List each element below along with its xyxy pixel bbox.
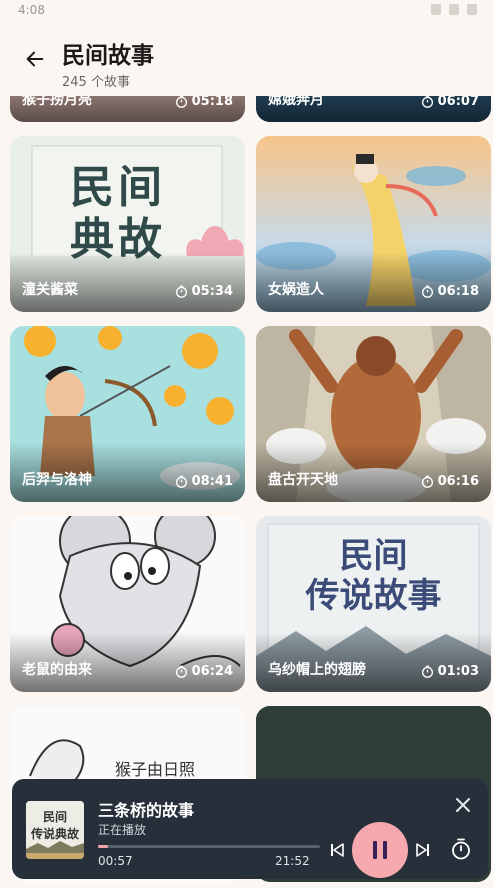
story-card[interactable]: 嫦娥奔月 06:07 [256,96,491,122]
story-title: 老鼠的由来 [22,662,92,678]
mini-player[interactable]: 民间 传说典故 三条桥的故事 正在播放 00:57 21:52 [12,779,488,879]
story-grid: 猴子捞月亮 05:18 嫦娥奔月 06:07 民间 典故 潼关酱菜 05:34 … [0,96,493,888]
timer-icon [175,475,187,488]
story-duration: 06:18 [421,284,479,299]
next-button[interactable] [412,839,434,861]
back-button[interactable] [20,44,50,74]
battery-icon [467,4,477,15]
story-title: 嫦娥奔月 [268,96,324,108]
story-card[interactable]: 民间 典故 潼关酱菜 05:34 [10,136,245,312]
total-time: 21:52 [275,854,310,868]
status-icons [431,4,477,15]
close-icon [456,798,470,812]
story-title: 后羿与洛神 [22,472,92,488]
close-button[interactable] [453,795,473,815]
pause-icon [373,841,387,859]
story-title: 猴子捞月亮 [22,96,92,108]
story-duration: 08:41 [175,474,233,489]
previous-icon [331,843,344,857]
story-card[interactable]: 老鼠的由来 06:24 [10,516,245,692]
pause-button[interactable] [352,822,408,878]
status-bar: 4:08 [0,0,493,22]
story-title: 盘古开天地 [268,472,338,488]
story-duration: 01:03 [421,664,479,679]
previous-button[interactable] [326,839,348,861]
app-header: 民间故事 245 个故事 [0,22,493,96]
story-count: 245 个故事 [62,75,130,90]
story-duration: 05:18 [175,96,233,109]
current-time: 00:57 [98,854,133,868]
next-icon [416,843,429,857]
timer-icon [421,96,433,108]
story-duration: 05:34 [175,284,233,299]
story-title: 女娲造人 [268,282,324,298]
now-playing-cover[interactable]: 民间 传说典故 [26,801,84,859]
now-playing-title: 三条桥的故事 [98,801,195,820]
wifi-icon [431,4,441,15]
cover-title: 民间 传说典故 [30,810,79,841]
story-title: 潼关酱菜 [22,282,78,298]
story-card[interactable]: 盘古开天地 06:16 [256,326,491,502]
progress-bar[interactable] [98,845,320,848]
timer-icon [175,285,187,298]
story-title: 乌纱帽上的翅膀 [268,662,366,678]
progress-fill [98,845,108,848]
timer-icon [175,665,187,678]
cover-text: 民间 传说故事 [305,536,442,616]
back-arrow-icon [26,51,44,67]
story-card[interactable]: 民间 传说故事 乌纱帽上的翅膀 01:03 [256,516,491,692]
story-duration: 06:07 [421,96,479,109]
timer-icon [421,285,433,298]
story-duration: 06:16 [421,474,479,489]
story-duration: 06:24 [175,664,233,679]
timer-icon [175,96,187,108]
story-card[interactable]: 女娲造人 06:18 [256,136,491,312]
story-card[interactable]: 猴子捞月亮 05:18 [10,96,245,122]
signal-icon [449,4,459,15]
story-card[interactable]: 后羿与洛神 08:41 [10,326,245,502]
timer-icon [421,665,433,678]
timer-icon [421,475,433,488]
page-title: 民间故事 [62,43,154,69]
cover-text: 民间 典故 [70,162,166,265]
playback-status: 正在播放 [98,823,147,837]
sleep-timer-icon [452,838,470,860]
status-time: 4:08 [18,3,45,17]
cover-text: 猴子由日照 [115,760,196,779]
sleep-timer-button[interactable] [449,837,473,861]
